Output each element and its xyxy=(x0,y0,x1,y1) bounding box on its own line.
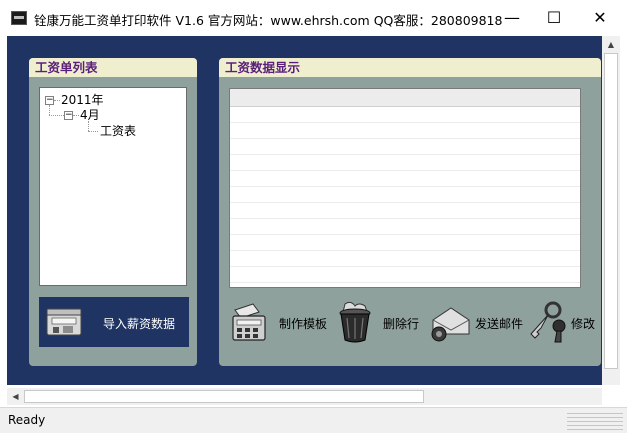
envelope-mail-icon xyxy=(431,307,470,342)
make-template-label: 制作模板 xyxy=(279,317,328,331)
table-row[interactable] xyxy=(230,107,580,123)
send-email-label: 发送邮件 xyxy=(475,317,524,331)
payroll-list-title: 工资单列表 xyxy=(29,58,197,77)
scroll-up-icon[interactable]: ▲ xyxy=(602,36,620,53)
tree-connector xyxy=(49,115,64,116)
client-area: 工资单列表 − 2011年 − 4月 工资表 导入薪资数据 工资数据显示 制作模… xyxy=(7,36,602,385)
payroll-tree[interactable]: − 2011年 − 4月 工资表 xyxy=(39,87,187,286)
scroll-left-icon[interactable]: ◀ xyxy=(7,388,24,405)
table-row[interactable] xyxy=(230,267,580,283)
horizontal-scrollbar[interactable]: ◀ xyxy=(7,388,602,405)
import-salary-data-button[interactable]: 导入薪资数据 xyxy=(39,297,189,347)
expand-month-icon[interactable]: − xyxy=(64,111,73,120)
status-bar: Ready xyxy=(0,407,627,433)
salary-data-panel: 工资数据显示 制作模板 删除行 发送邮件 修改 xyxy=(219,58,601,366)
send-email-button[interactable]: 发送邮件 xyxy=(429,300,529,344)
horizontal-scroll-thumb[interactable] xyxy=(24,390,424,403)
scanner-import-icon xyxy=(46,308,82,336)
title-bar[interactable]: 铨康万能工资单打印软件 V1.6 官方网站：www.ehrsh.com QQ客服… xyxy=(0,0,627,36)
maximize-button[interactable]: ☐ xyxy=(531,0,577,34)
table-row[interactable] xyxy=(230,235,580,251)
minimize-button[interactable]: — xyxy=(489,0,535,34)
template-calculator-icon xyxy=(232,303,266,341)
table-row[interactable] xyxy=(230,219,580,235)
modify-button[interactable]: 修改 xyxy=(525,300,601,344)
vertical-scrollbar[interactable]: ▲ xyxy=(602,36,620,385)
window-title: 铨康万能工资单打印软件 V1.6 官方网站：www.ehrsh.com QQ客服… xyxy=(34,13,503,28)
table-row[interactable] xyxy=(230,171,580,187)
status-text: Ready xyxy=(8,413,46,427)
expand-year-icon[interactable]: − xyxy=(45,96,54,105)
table-row[interactable] xyxy=(230,203,580,219)
tree-connector xyxy=(88,131,98,132)
table-row[interactable] xyxy=(230,139,580,155)
vertical-scroll-thumb[interactable] xyxy=(604,53,618,369)
salary-data-title: 工资数据显示 xyxy=(219,58,601,77)
make-template-button[interactable]: 制作模板 xyxy=(229,300,333,344)
trash-can-icon xyxy=(339,301,371,343)
salary-data-grid[interactable] xyxy=(229,88,581,288)
delete-row-button[interactable]: 删除行 xyxy=(335,300,419,344)
table-row[interactable] xyxy=(230,155,580,171)
grid-header xyxy=(230,89,580,107)
tree-connector xyxy=(88,121,89,131)
table-row[interactable] xyxy=(230,123,580,139)
tree-connector xyxy=(54,100,60,101)
table-row[interactable] xyxy=(230,187,580,203)
resize-grip-icon[interactable] xyxy=(567,412,623,430)
close-button[interactable]: ✕ xyxy=(577,0,623,34)
tree-node-month[interactable]: 4月 xyxy=(80,108,100,122)
delete-row-label: 删除行 xyxy=(383,317,420,331)
payroll-list-panel: 工资单列表 − 2011年 − 4月 工资表 导入薪资数据 xyxy=(29,58,197,366)
tree-node-year[interactable]: 2011年 xyxy=(61,93,104,107)
tree-connector xyxy=(73,115,79,116)
app-icon xyxy=(11,11,27,25)
keys-icon xyxy=(530,301,566,343)
tree-connector xyxy=(49,105,50,115)
import-salary-data-label: 导入薪资数据 xyxy=(103,317,176,331)
modify-label: 修改 xyxy=(571,317,596,331)
tree-node-payroll-sheet[interactable]: 工资表 xyxy=(100,124,136,138)
table-row[interactable] xyxy=(230,251,580,267)
